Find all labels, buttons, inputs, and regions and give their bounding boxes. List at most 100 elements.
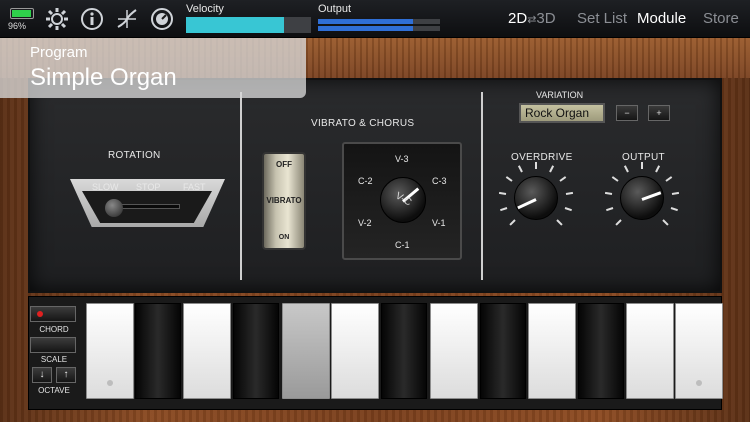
octave-up-button[interactable]: ↑	[56, 367, 76, 383]
vibrato-switch[interactable]: OFF VIBRATO ON	[262, 152, 306, 250]
knob-tick	[654, 165, 660, 173]
selector-v1: V-1	[432, 218, 446, 228]
knob-tick	[624, 165, 630, 173]
curve-icon[interactable]	[115, 7, 139, 31]
velocity-fill	[186, 17, 284, 33]
overdrive-knob-pointer	[517, 198, 537, 210]
knob-tick	[564, 207, 572, 212]
rotation-stop: STOP	[136, 182, 161, 192]
vibrato-selector-knob[interactable]: V-C	[380, 177, 426, 223]
variation-plus-button[interactable]: +	[648, 105, 670, 121]
battery-level	[12, 10, 32, 17]
output-knob-pointer	[641, 191, 662, 201]
scale-button[interactable]	[30, 337, 76, 353]
key[interactable]	[578, 303, 624, 399]
rotation-fast: FAST	[183, 182, 206, 192]
program-label: Program	[30, 44, 88, 61]
key[interactable]	[233, 303, 279, 399]
selector-v2: V-2	[358, 218, 372, 228]
key[interactable]	[331, 303, 379, 399]
selector-c2: C-2	[358, 176, 373, 186]
output-knob[interactable]	[620, 176, 664, 220]
knob-tick	[559, 176, 567, 183]
battery-icon	[10, 8, 34, 19]
knob-tick	[509, 219, 516, 226]
key[interactable]	[135, 303, 181, 399]
selector-c3: C-3	[432, 176, 447, 186]
overdrive-label: OVERDRIVE	[511, 152, 573, 163]
knob-tick	[499, 192, 507, 196]
key[interactable]	[86, 303, 134, 399]
program-name: Simple Organ	[30, 64, 177, 91]
vibrato-title: VIBRATO & CHORUS	[311, 118, 415, 129]
mode-toggle[interactable]: 2D⇄3D	[508, 10, 556, 27]
knob-tick	[535, 162, 537, 169]
key[interactable]	[528, 303, 576, 399]
knob-tick	[662, 219, 669, 226]
output-meter: Output	[318, 3, 440, 31]
output-fill-1	[318, 19, 414, 24]
key[interactable]	[381, 303, 427, 399]
knob-tick	[500, 207, 508, 212]
key[interactable]	[675, 303, 723, 399]
rotation-slot	[120, 204, 180, 209]
knob-tick	[518, 165, 524, 173]
keyboard-controls: CHORD SCALE ↓ ↑ OCTAVE	[28, 304, 80, 396]
variation-minus-button[interactable]: −	[616, 105, 638, 121]
knob-tick	[611, 176, 619, 183]
knob-tick	[565, 192, 573, 196]
velocity-label: Velocity	[186, 3, 224, 15]
divider-right	[481, 92, 483, 280]
info-icon[interactable]	[80, 7, 104, 31]
chord-label: CHORD	[39, 325, 69, 334]
output-fill-2	[318, 26, 414, 31]
key[interactable]	[183, 303, 231, 399]
key[interactable]	[626, 303, 674, 399]
output-track-1	[318, 19, 440, 24]
knob-tick	[671, 192, 679, 196]
chord-led	[37, 311, 43, 317]
rotation-lever[interactable]	[105, 199, 123, 217]
key-dot	[696, 380, 702, 386]
velocity-track	[186, 17, 311, 33]
octave-down-button[interactable]: ↓	[32, 367, 52, 383]
knob-tick	[641, 162, 643, 169]
knob-tick	[505, 176, 513, 183]
output-track-2	[318, 26, 440, 31]
divider-left	[240, 92, 242, 280]
knob-tick	[548, 165, 554, 173]
program-panel[interactable]: Program Simple Organ	[0, 38, 306, 98]
control-panel: ROTATION SLOW STOP FAST VIBRATO & CHORUS…	[28, 78, 722, 293]
nav-store[interactable]: Store	[703, 10, 739, 27]
selector-c1: C-1	[395, 240, 410, 250]
selector-v3: V-3	[395, 154, 409, 164]
overdrive-knob[interactable]	[514, 176, 558, 220]
vibrato-switch-off: OFF	[276, 160, 292, 169]
knob-tick	[670, 207, 678, 212]
key[interactable]	[480, 303, 526, 399]
knob-tick	[556, 219, 563, 226]
gear-icon[interactable]	[45, 7, 69, 31]
rotation-slow: SLOW	[92, 182, 119, 192]
key[interactable]	[282, 303, 330, 399]
variation-label: VARIATION	[536, 90, 584, 100]
chord-button[interactable]	[30, 306, 76, 322]
output-knob-label: OUTPUT	[622, 152, 665, 163]
variation-display: Rock Organ	[519, 103, 605, 123]
knob-tick	[605, 192, 613, 196]
vibrato-switch-on: ON	[278, 234, 290, 241]
vibrato-switch-vibrato: VIBRATO	[266, 196, 302, 205]
vibrato-selector: V-3 C-2 C-3 V-2 V-1 C-1 V-C	[342, 142, 462, 260]
nav-module[interactable]: Module	[637, 10, 686, 27]
top-bar: 96% Velocity Output 2D⇄3D Set List Modul…	[0, 0, 750, 38]
key[interactable]	[430, 303, 478, 399]
scale-label: SCALE	[40, 355, 68, 364]
knob-tick	[665, 176, 673, 183]
mode-2d: 2D	[508, 10, 528, 27]
dial-icon[interactable]	[150, 7, 174, 31]
output-label: Output	[318, 3, 352, 15]
knob-tick	[606, 207, 614, 212]
velocity-meter: Velocity	[186, 3, 311, 33]
battery-percent: 96%	[8, 21, 27, 31]
nav-set-list[interactable]: Set List	[577, 10, 627, 27]
